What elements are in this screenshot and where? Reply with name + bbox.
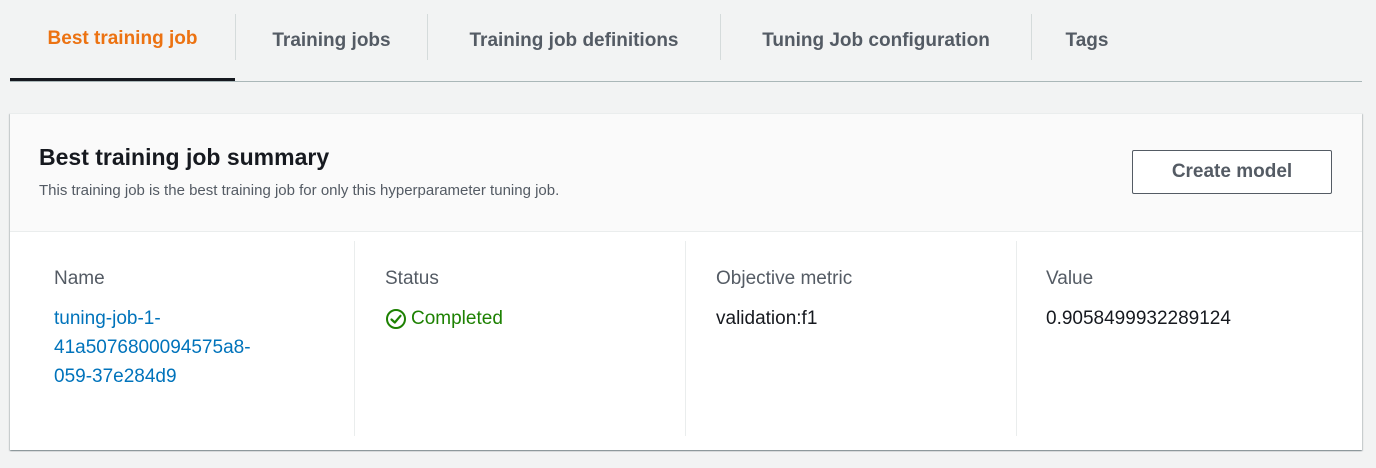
tab-bar: Best training job Training jobs Training… [10,0,1362,82]
objective-metric-column: Objective metric validation:f1 [686,232,1016,451]
training-job-name-link[interactable]: tuning-job-1- 41a5076800094575a8- 059-37… [54,304,251,391]
tab-best-training-job[interactable]: Best training job [10,0,235,81]
status-text: Completed [411,308,503,329]
panel-header: Best training job summary This training … [10,114,1362,232]
panel-description: This training job is the best training j… [39,182,560,199]
name-label: Name [54,268,105,289]
tab-tuning-job-configuration[interactable]: Tuning Job configuration [721,0,1031,81]
training-job-name-line: tuning-job-1- [54,308,161,329]
tab-tags[interactable]: Tags [1032,0,1142,81]
best-training-job-summary-panel: Best training job summary This training … [10,113,1362,450]
panel-title: Best training job summary [39,144,330,170]
create-model-button[interactable]: Create model [1132,150,1332,194]
objective-metric-label: Objective metric [716,268,853,289]
value-column: Value 0.9058499932289124 [1017,232,1362,451]
status-value: Completed [385,304,503,333]
training-job-name-line: 41a5076800094575a8- [54,337,251,358]
name-column: Name tuning-job-1- 41a5076800094575a8- 0… [10,232,354,451]
check-circle-icon [385,308,411,330]
tab-training-job-definitions[interactable]: Training job definitions [428,0,720,81]
training-job-name-line: 059-37e284d9 [54,366,177,387]
tab-training-jobs[interactable]: Training jobs [236,0,427,81]
value-label: Value [1046,268,1094,289]
status-column: Status Completed [355,232,685,451]
metric-value: 0.9058499932289124 [1046,308,1231,329]
status-label: Status [385,268,439,289]
objective-metric-value: validation:f1 [716,308,818,329]
